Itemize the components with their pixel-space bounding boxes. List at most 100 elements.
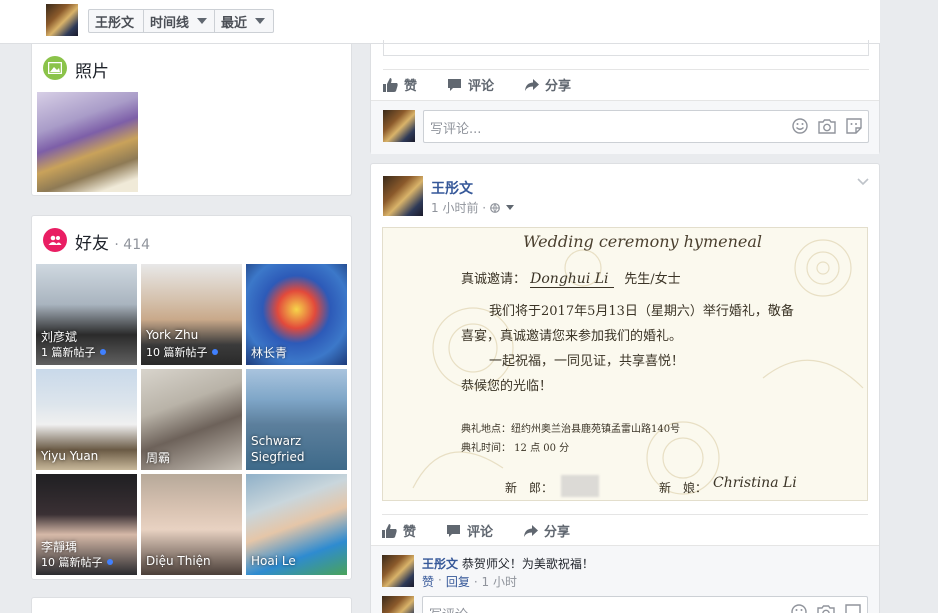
privacy-dropdown-icon[interactable] — [506, 205, 515, 210]
invitation-guest-suffix: 先生/女士 — [624, 272, 681, 287]
friends-card: 好友 · 414 刘彦斌 1 篇新帖子 York Zhu 10 篇新帖子 林长青… — [31, 215, 352, 580]
comment-label: 评论 — [467, 525, 494, 540]
invitation-line: 喜宴，真诚邀请您来参加我们的婚礼。 — [461, 329, 683, 344]
profile-tab[interactable]: 王彤文 — [88, 9, 144, 33]
share-button[interactable]: 分享 — [524, 75, 571, 94]
friend-tile[interactable]: York Zhu 10 篇新帖子 — [141, 264, 242, 365]
invitation-time: 典礼时间： 12 点 00 分 — [461, 443, 570, 454]
like-label: 赞 — [404, 79, 418, 94]
comment-text: 恭贺师父！为美歌祝福！ — [461, 557, 594, 571]
comment-input[interactable]: 写评论... — [423, 110, 869, 143]
globe-icon — [490, 202, 500, 213]
new-post-dot — [211, 349, 218, 355]
friend-name: York Zhu — [146, 328, 199, 342]
friend-name: Yiyu Yuan — [41, 449, 99, 463]
friend-new-posts: 10 篇新帖子 — [146, 344, 218, 360]
friend-tile[interactable]: Diệu Thiện — [141, 474, 242, 575]
friend-new-posts-label: 10 篇新帖子 — [146, 346, 208, 359]
emoji-icon[interactable] — [792, 118, 808, 134]
camera-icon[interactable] — [817, 604, 835, 613]
invitation-bride-name: Christina Li — [713, 475, 797, 491]
invitation-heading: Wedding ceremony hymeneal — [523, 232, 763, 251]
author-name[interactable]: 王彤文 — [431, 178, 473, 198]
wedding-invitation-image[interactable]: Wedding ceremony hymeneal 真诚邀请： Donghui … — [382, 227, 868, 501]
comment-icon — [448, 78, 462, 91]
redacted-groom-name — [561, 475, 599, 497]
post-timestamp[interactable]: 1 小时前 · — [431, 199, 486, 216]
comment-icon — [447, 524, 461, 537]
friend-tile[interactable]: 李靜瑀 10 篇新帖子 — [36, 474, 137, 575]
friend-name: 周霸 — [146, 451, 171, 465]
friend-name: Hoai Le — [251, 554, 296, 568]
thumbs-up-icon — [383, 77, 398, 92]
thumbs-up-icon — [382, 523, 397, 538]
friends-title-label: 好友 — [75, 234, 109, 254]
comment-button[interactable]: 评论 — [446, 521, 493, 540]
profile-tab-label: 王彤文 — [95, 15, 135, 31]
friend-tile[interactable]: Yiyu Yuan — [36, 369, 137, 470]
comment-button[interactable]: 评论 — [447, 75, 494, 94]
friend-name: 林长青 — [251, 346, 288, 360]
share-button[interactable]: 分享 — [523, 521, 570, 540]
commenter-avatar[interactable] — [382, 555, 414, 587]
comments-section: 王彤文 恭贺师父！为美歌祝福！ 赞 · 回复 · 1 小时 写评论... — [371, 545, 879, 613]
friend-name: 李靜瑀 — [41, 540, 78, 554]
friend-tile[interactable]: 林长青 — [246, 264, 347, 365]
like-button[interactable]: 赞 — [382, 521, 416, 540]
sticker-icon[interactable] — [845, 604, 861, 613]
timeline-dropdown[interactable]: 时间线 — [143, 9, 215, 33]
friend-new-posts: 10 篇新帖子 — [41, 554, 113, 570]
previous-post-attachment[interactable] — [383, 40, 869, 56]
new-post-dot — [99, 349, 106, 355]
comment-input[interactable]: 写评论... — [422, 596, 868, 613]
photo-thumbnail[interactable] — [37, 92, 138, 192]
like-button[interactable]: 赞 — [383, 75, 417, 94]
recent-dropdown[interactable]: 最近 — [214, 9, 274, 33]
next-card — [31, 597, 352, 613]
comment-body: 王彤文 恭贺师父！为美歌祝福！ — [422, 555, 594, 572]
invitation-groom-label: 新 郎： — [505, 481, 554, 495]
comment-area: 写评论... — [371, 100, 879, 154]
friends-count: · 414 — [114, 237, 151, 253]
friends-icon — [43, 228, 67, 252]
invitation-guest-prefix: 真诚邀请： — [461, 272, 527, 287]
share-label: 分享 — [544, 525, 571, 540]
friends-title[interactable]: 好友 · 414 — [75, 229, 150, 254]
comment-placeholder: 写评论... — [429, 604, 480, 613]
invitation-line: 恭候您的光临！ — [461, 379, 553, 394]
friend-tile[interactable]: 刘彦斌 1 篇新帖子 — [36, 264, 137, 365]
emoji-icon[interactable] — [791, 604, 807, 613]
chevron-down-icon[interactable] — [857, 178, 869, 186]
friend-tile[interactable]: Hoai Le — [246, 474, 347, 575]
camera-icon[interactable] — [818, 118, 836, 134]
commenter-avatar — [382, 596, 414, 613]
comment-like-link[interactable]: 赞 — [422, 573, 434, 590]
comment-timestamp[interactable]: · 1 小时 — [474, 573, 517, 590]
friend-tile[interactable]: 周霸 — [141, 369, 242, 470]
author-avatar[interactable] — [383, 176, 423, 216]
friend-name: Diệu Thiện — [146, 554, 211, 568]
comment-meta: 赞 · 回复 · 1 小时 — [422, 573, 517, 590]
photos-title[interactable]: 照片 — [75, 57, 109, 82]
comment-reply-link[interactable]: 回复 — [446, 573, 470, 590]
like-label: 赞 — [403, 525, 417, 540]
new-post-dot — [106, 559, 113, 565]
previous-post: 赞 评论 分享 写评论... — [370, 40, 880, 154]
sticker-icon[interactable] — [846, 118, 862, 134]
friend-name: 刘彦斌 — [41, 330, 78, 344]
invitation-line: 我们将于2017年5月13日（星期六）举行婚礼，敬备 — [489, 304, 794, 319]
post-actions: 赞 评论 分享 — [383, 75, 571, 94]
invitation-bride-label: 新 娘： — [659, 481, 708, 495]
post-actions: 赞 评论 分享 — [382, 521, 570, 540]
invitation-venue: 典礼地点：纽约州奥兰治县鹿苑镇孟雷山路140号 — [461, 424, 681, 435]
profile-avatar[interactable] — [46, 4, 78, 36]
share-icon — [524, 524, 539, 537]
comment-author[interactable]: 王彤文 — [422, 557, 458, 571]
invitation-guest-line: 真诚邀请： Donghui Li 先生/女士 — [461, 268, 681, 288]
friend-tile[interactable]: Schwarz Siegfried — [246, 369, 347, 470]
chevron-down-icon — [255, 18, 266, 24]
invitation-guest-name: Donghui Li — [530, 271, 615, 288]
recent-label: 最近 — [221, 15, 248, 31]
comment-placeholder: 写评论... — [430, 122, 482, 137]
friend-name: Schwarz Siegfried — [251, 434, 305, 464]
